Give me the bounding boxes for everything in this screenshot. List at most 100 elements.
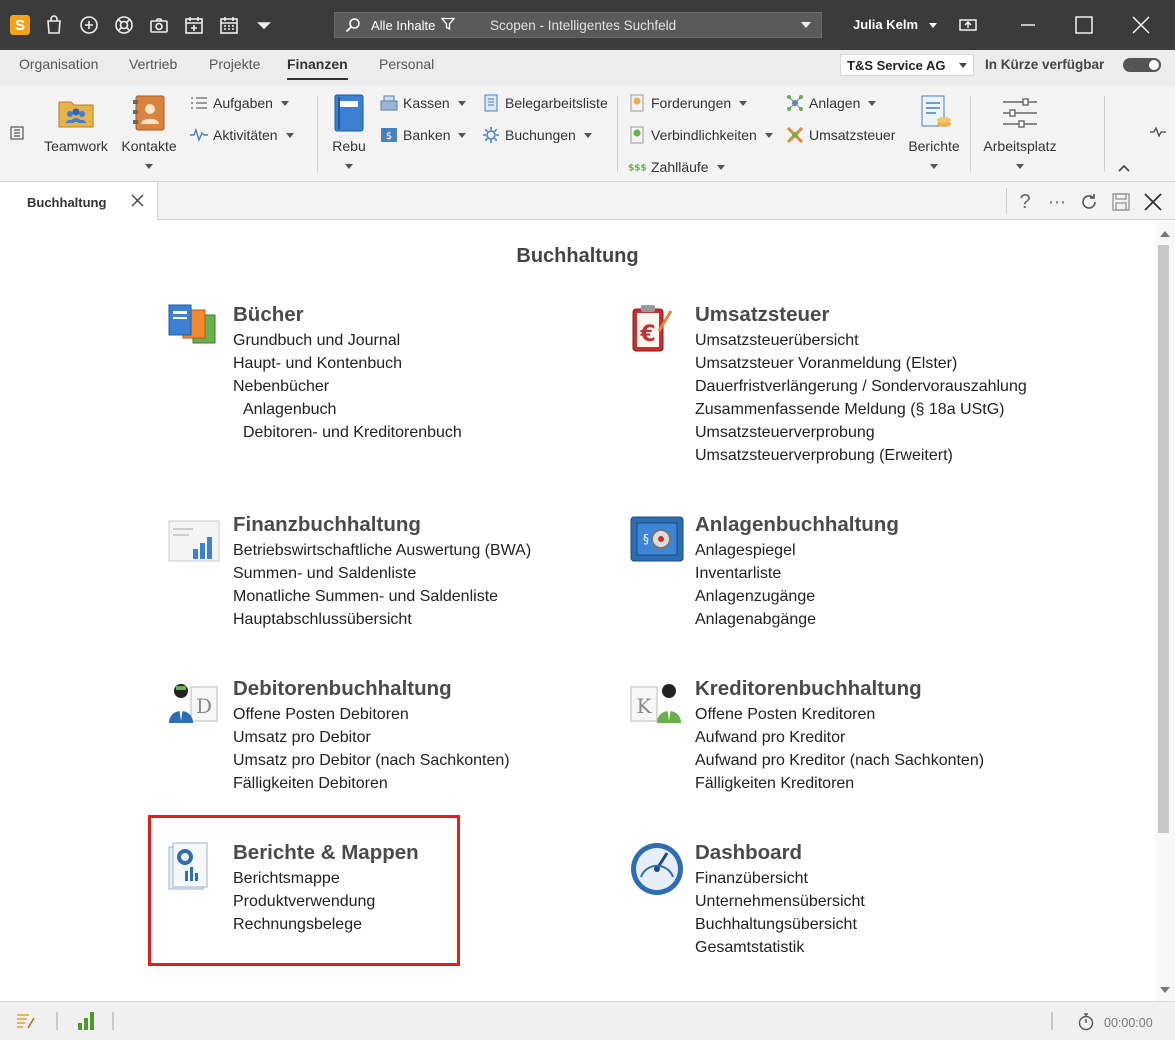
link-gesamtstatistik[interactable]: Gesamtstatistik xyxy=(695,936,865,959)
close-window-icon[interactable] xyxy=(1129,13,1153,37)
link-monatliche-summen-saldenliste[interactable]: Monatliche Summen- und Saldenliste xyxy=(233,585,531,608)
buchungen-button[interactable]: Buchungen xyxy=(482,126,592,144)
link-summen-saldenliste[interactable]: Summen- und Saldenliste xyxy=(233,562,531,585)
teamwork-button[interactable]: Teamwork xyxy=(40,94,112,154)
collapse-ribbon-icon[interactable] xyxy=(1118,160,1130,175)
teamwork-icon xyxy=(57,94,95,132)
link-umsatzsteueruebersicht[interactable]: Umsatzsteuerübersicht xyxy=(695,329,1027,352)
link-aufwand-pro-kreditor[interactable]: Aufwand pro Kreditor xyxy=(695,726,984,749)
anlagen-button[interactable]: Anlagen xyxy=(786,94,877,112)
arbeitsplatz-button[interactable]: Arbeitsplatz xyxy=(980,94,1060,169)
link-bwa[interactable]: Betriebswirtschaftliche Auswertung (BWA) xyxy=(233,539,531,562)
link-voranmeldung-elster[interactable]: Umsatzsteuer Voranmeldung (Elster) xyxy=(695,352,1027,375)
banken-button[interactable]: $ Banken xyxy=(380,126,467,144)
link-zusammenfassende-meldung[interactable]: Zusammenfassende Meldung (§ 18a UStG) xyxy=(695,398,1027,421)
soon-available-label: In Kürze verfügbar xyxy=(985,57,1105,72)
scroll-up-arrow-icon[interactable] xyxy=(1160,231,1170,237)
link-haupt-kontenbuch[interactable]: Haupt- und Kontenbuch xyxy=(233,352,462,375)
link-anlagenabgaenge[interactable]: Anlagenabgänge xyxy=(695,608,816,631)
link-grundbuch-journal[interactable]: Grundbuch und Journal xyxy=(233,329,462,352)
maximize-icon[interactable] xyxy=(1072,13,1096,37)
banken-label: Banken xyxy=(403,127,451,143)
link-offene-posten-debitoren[interactable]: Offene Posten Debitoren xyxy=(233,703,510,726)
forderungen-button[interactable]: Forderungen xyxy=(628,94,748,112)
aktivitaeten-button[interactable]: Aktivitäten xyxy=(190,126,294,144)
tab-buchhaltung[interactable]: Buchhaltung xyxy=(0,182,158,220)
lifebuoy-icon[interactable] xyxy=(113,14,135,36)
search-placeholder: Scopen - Intelligentes Suchfeld xyxy=(490,18,677,33)
link-debitoren-kreditorenbuch[interactable]: Debitoren- und Kreditorenbuch xyxy=(233,421,462,444)
section-links: Umsatzsteuerübersicht Umsatzsteuer Voran… xyxy=(695,329,1027,467)
zahllaeufe-button[interactable]: $$$ Zahlläufe xyxy=(628,158,725,176)
filter-icon[interactable] xyxy=(440,17,456,34)
svg-text:$$$: $$$ xyxy=(628,164,646,174)
dropdown-arrow-icon[interactable] xyxy=(253,14,275,36)
tab-organisation[interactable]: Organisation xyxy=(19,56,98,72)
notes-list-icon[interactable] xyxy=(16,1012,36,1033)
belegarbeitsliste-button[interactable]: Belegarbeitsliste xyxy=(482,94,608,112)
refresh-icon[interactable] xyxy=(1078,191,1100,213)
user-menu[interactable]: Julia Kelm xyxy=(853,17,918,32)
link-nebenbuecher[interactable]: Nebenbücher xyxy=(233,375,462,398)
link-aufwand-pro-kreditor-sachkonten[interactable]: Aufwand pro Kreditor (nach Sachkonten) xyxy=(695,749,984,772)
aufgaben-button[interactable]: Aufgaben xyxy=(190,94,289,112)
soon-available-toggle[interactable] xyxy=(1123,58,1161,72)
link-offene-posten-kreditoren[interactable]: Offene Posten Kreditoren xyxy=(695,703,984,726)
link-umsatz-pro-debitor[interactable]: Umsatz pro Debitor xyxy=(233,726,510,749)
section-title: Finanzbuchhaltung xyxy=(233,513,421,536)
shopping-bag-icon[interactable] xyxy=(43,14,65,36)
stopwatch-icon[interactable] xyxy=(1077,1013,1095,1034)
tab-personal[interactable]: Personal xyxy=(379,56,434,72)
scroll-thumb[interactable] xyxy=(1158,245,1169,833)
app-logo[interactable]: S xyxy=(10,15,30,35)
more-options-button[interactable]: ⋯ xyxy=(1046,191,1068,213)
window-tray-icon[interactable] xyxy=(956,13,980,37)
calendar-icon[interactable] xyxy=(218,14,240,36)
pulse-icon[interactable] xyxy=(1150,126,1166,141)
link-anlagenzugaenge[interactable]: Anlagenzugänge xyxy=(695,585,816,608)
rebu-button[interactable]: Rebu xyxy=(328,94,370,169)
link-umsatz-pro-debitor-sachkonten[interactable]: Umsatz pro Debitor (nach Sachkonten) xyxy=(233,749,510,772)
link-finanzuebersicht[interactable]: Finanzübersicht xyxy=(695,867,865,890)
link-anlagenbuch[interactable]: Anlagenbuch xyxy=(233,398,462,421)
save-icon[interactable] xyxy=(1110,191,1132,213)
link-faelligkeiten-kreditoren[interactable]: Fälligkeiten Kreditoren xyxy=(695,772,984,795)
add-circle-icon[interactable] xyxy=(78,14,100,36)
company-select[interactable]: T&S Service AG xyxy=(840,54,974,76)
link-unternehmensuebersicht[interactable]: Unternehmensübersicht xyxy=(695,890,865,913)
link-hauptabschlussuebersicht[interactable]: Hauptabschlussübersicht xyxy=(233,608,531,631)
umsatzsteuer-button[interactable]: Umsatzsteuer xyxy=(786,126,895,144)
user-caret-icon[interactable] xyxy=(929,23,937,28)
link-anlagespiegel[interactable]: Anlagespiegel xyxy=(695,539,816,562)
belegarbeitsliste-label: Belegarbeitsliste xyxy=(505,95,608,111)
search-dropdown-icon[interactable] xyxy=(801,22,811,28)
vertical-scrollbar[interactable] xyxy=(1155,221,1175,1001)
verbindlichkeiten-button[interactable]: Verbindlichkeiten xyxy=(628,126,773,144)
link-umsatzsteuerverprobung-erweitert[interactable]: Umsatzsteuerverprobung (Erweitert) xyxy=(695,444,1027,467)
calendar-add-icon[interactable] xyxy=(183,14,205,36)
tab-finanzen[interactable]: Finanzen xyxy=(287,56,348,80)
ribbon-separator xyxy=(317,96,318,172)
help-button[interactable]: ? xyxy=(1014,191,1036,213)
link-dauerfristverlaengerung[interactable]: Dauerfristverlängerung / Sondervorauszah… xyxy=(695,375,1027,398)
chevron-down-icon xyxy=(739,100,748,106)
ribbon-list-icon[interactable] xyxy=(10,126,24,143)
kontakte-button[interactable]: Kontakte xyxy=(118,94,180,169)
tab-vertrieb[interactable]: Vertrieb xyxy=(129,56,177,72)
document-tab-bar: Buchhaltung ? ⋯ xyxy=(0,182,1175,220)
link-buchhaltungsuebersicht[interactable]: Buchhaltungsübersicht xyxy=(695,913,865,936)
tab-projekte[interactable]: Projekte xyxy=(209,56,260,72)
scroll-down-arrow-icon[interactable] xyxy=(1160,987,1170,993)
kontakte-label: Kontakte xyxy=(121,138,177,154)
link-umsatzsteuerverprobung[interactable]: Umsatzsteuerverprobung xyxy=(695,421,1027,444)
kassen-button[interactable]: Kassen xyxy=(380,94,466,112)
connection-signal-icon[interactable] xyxy=(77,1011,95,1034)
camera-icon[interactable] xyxy=(148,14,170,36)
link-faelligkeiten-debitoren[interactable]: Fälligkeiten Debitoren xyxy=(233,772,510,795)
berichte-button[interactable]: Berichte xyxy=(906,94,962,169)
smart-search-field[interactable]: Alle Inhalte Scopen - Intelligentes Such… xyxy=(334,12,822,38)
close-icon[interactable] xyxy=(131,194,144,210)
minimize-icon[interactable] xyxy=(1016,13,1040,37)
close-icon[interactable] xyxy=(1142,191,1164,213)
link-inventarliste[interactable]: Inventarliste xyxy=(695,562,816,585)
